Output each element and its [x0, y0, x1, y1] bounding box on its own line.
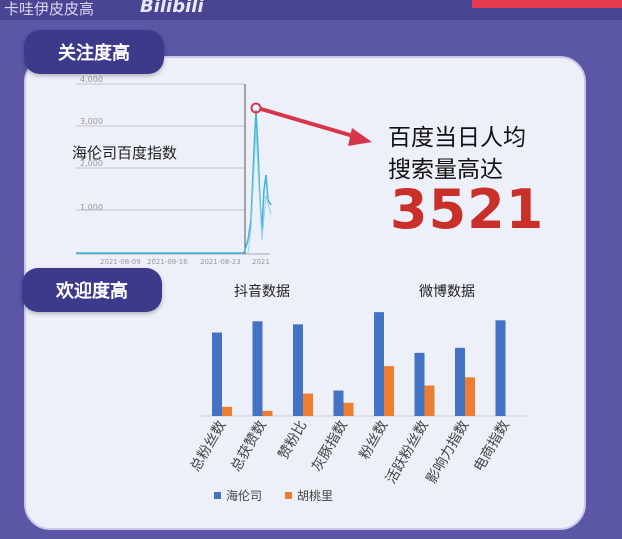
category-label: 影响力指数 — [424, 418, 473, 487]
bar-hutaoli-1 — [262, 410, 273, 416]
category-label: 灰豚指数 — [309, 418, 351, 474]
bar-helensi-3 — [333, 390, 344, 416]
bar-hutaoli-0 — [222, 406, 232, 416]
category-label: 粉丝数 — [357, 418, 392, 462]
group-label-weibo: 微博数据 — [419, 283, 475, 300]
legend-swatch-hutaoli — [285, 492, 292, 499]
bar-helensi-6 — [455, 347, 465, 416]
bar-helensi-4 — [374, 312, 384, 416]
legend-swatch-helensi — [214, 492, 221, 499]
bar-helensi-1 — [252, 321, 263, 416]
legend-label-hutaoli: 胡桃里 — [297, 488, 333, 503]
group-label-douyin: 抖音数据 — [234, 283, 290, 300]
bar-hutaoli-4 — [384, 366, 394, 416]
category-label: 电商指数 — [471, 418, 513, 474]
bar-chart: 抖音数据 微博数据 总粉丝数总获赞数 赞粉比灰豚指数 粉丝数活跃粉丝数影响力指数电商… — [188, 283, 526, 503]
bar-helensi-5 — [414, 352, 425, 416]
bar-helensi-7 — [495, 320, 506, 416]
legend: 海伦司 胡桃里 — [214, 488, 333, 503]
category-label: 总获赞数 — [228, 418, 270, 474]
bar-hutaoli-3 — [343, 402, 354, 416]
bar-hutaoli-6 — [465, 377, 475, 416]
bar-helensi-0 — [212, 332, 222, 416]
category-label: 总粉丝数 — [188, 418, 230, 474]
category-label: 赞粉比 — [276, 418, 311, 462]
legend-label-helensi: 海伦司 — [226, 488, 262, 503]
bar-hutaoli-5 — [424, 385, 435, 416]
bar-hutaoli-2 — [303, 393, 313, 416]
bar-helensi-2 — [293, 324, 303, 416]
